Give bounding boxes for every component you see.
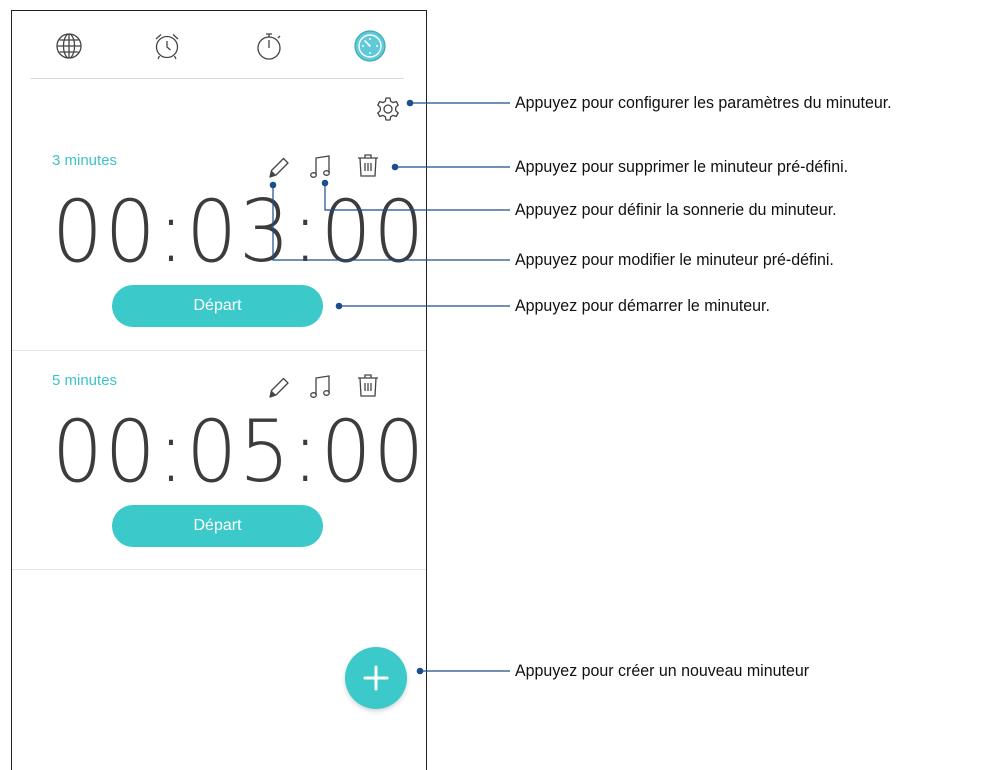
delete-button[interactable] [355,370,381,400]
ringtone-button[interactable] [308,371,334,401]
tab-alarm[interactable] [150,29,184,63]
timer-time: 00:05:00 [52,402,427,502]
tab-stopwatch[interactable] [252,29,286,63]
ringtone-button[interactable] [308,151,334,181]
callout-start: Appuyez pour démarrer le minuteur. [515,296,770,315]
trash-icon [358,374,378,397]
timer-time: 00:03:00 [52,182,427,282]
tab-bar [12,11,426,81]
trash-icon [358,154,378,177]
start-button[interactable]: Départ [112,505,323,547]
music-note-icon [310,375,330,398]
music-note-icon [310,155,330,178]
timer-icon [354,30,386,62]
pencil-icon [269,377,289,398]
timer-divider [12,569,426,570]
edit-button[interactable] [265,151,291,181]
start-button[interactable]: Départ [112,285,323,327]
timer-name: 5 minutes [52,372,118,389]
timer-app-screen: 3 minutes 00:03:00 Départ 5 minutes 00:0… [11,10,427,770]
callout-ringtone: Appuyez pour définir la sonnerie du minu… [515,200,837,219]
globe-icon [56,33,82,59]
add-timer-button[interactable] [345,647,407,709]
edit-button[interactable] [265,371,291,401]
callout-add: Appuyez pour créer un nouveau minuteur [515,661,810,680]
callout-settings: Appuyez pour configurer les paramètres d… [515,93,892,112]
alarm-clock-icon [155,34,179,60]
tab-timer[interactable] [353,29,387,63]
gear-icon [377,97,399,121]
timer-name: 3 minutes [52,152,118,169]
plus-icon [363,665,389,691]
callout-edit: Appuyez pour modifier le minuteur pré-dé… [515,250,834,269]
pencil-icon [269,157,289,178]
tab-bar-divider [30,78,404,79]
tab-world-clock[interactable] [52,29,86,63]
stopwatch-icon [257,33,281,60]
delete-button[interactable] [355,150,381,180]
settings-button[interactable] [374,95,402,123]
timer-divider [12,350,426,351]
callout-delete: Appuyez pour supprimer le minuteur pré-d… [515,157,849,176]
